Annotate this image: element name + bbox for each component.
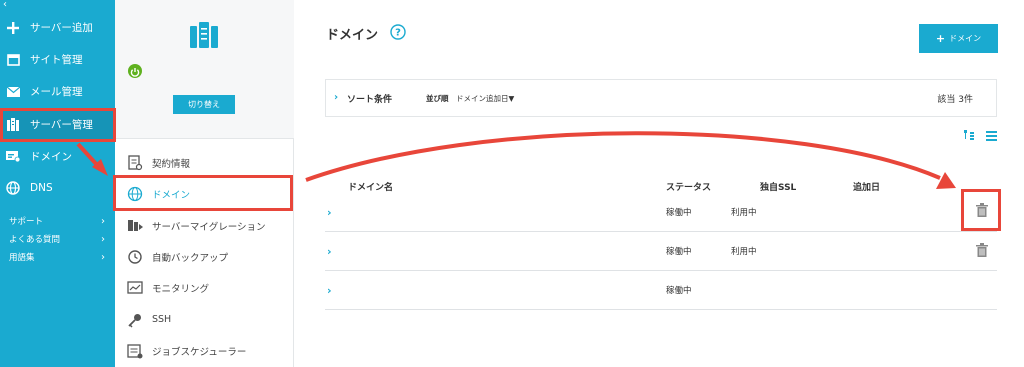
arrow-line-to-domain-menu	[76, 142, 100, 168]
page: ‹ サーバー追加 サイト管理 メール管理 サーバー管理 ドメイン DNS サポー…	[0, 0, 1024, 367]
arrow-curve-to-delete	[305, 131, 941, 182]
arrow-head-to-delete	[936, 172, 956, 189]
annotation-arrows	[76, 131, 956, 189]
